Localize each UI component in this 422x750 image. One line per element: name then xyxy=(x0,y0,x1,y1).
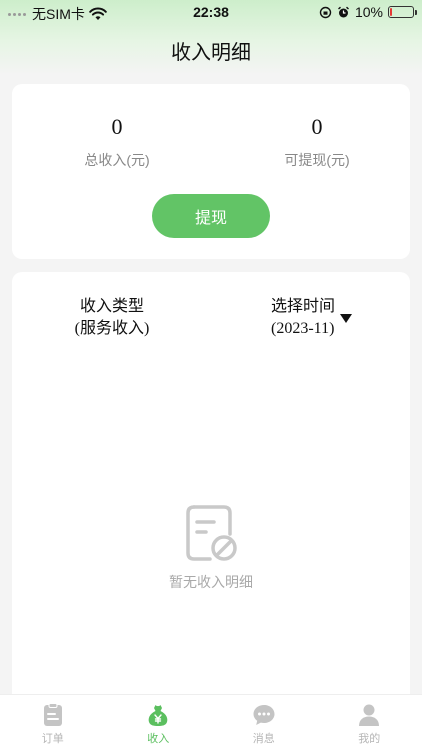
battery-percent: 10% xyxy=(354,4,383,20)
battery-icon xyxy=(388,6,417,18)
total-income-label: 总收入(元) xyxy=(84,152,150,168)
withdrawable-label: 可提现(元) xyxy=(284,152,350,168)
tab-messages[interactable]: 消息 xyxy=(211,695,317,750)
alarm-icon xyxy=(338,6,349,17)
clipboard-icon xyxy=(43,703,62,726)
tab-orders-label: 订单 xyxy=(41,733,64,745)
person-icon xyxy=(359,704,380,726)
empty-state-text: 暂无收入明细 xyxy=(169,574,253,590)
time-filter-label: 选择时间 xyxy=(271,298,336,315)
orientation-lock-icon xyxy=(319,6,332,18)
chat-bubble-icon xyxy=(253,705,275,725)
page-title: 收入明细 xyxy=(171,42,251,64)
income-type-label: 收入类型 xyxy=(79,298,144,315)
bottom-tab-bar: 订单 收入 消息 我的 xyxy=(0,694,422,750)
total-income: 0 总收入(元) xyxy=(27,114,207,170)
tab-messages-label: 消息 xyxy=(252,733,275,745)
income-summary-card: 0 总收入(元) 0 可提现(元) 提现 xyxy=(12,84,410,259)
income-type-value: (服务收入) xyxy=(74,320,150,337)
income-type-filter[interactable]: 收入类型 (服务收入) xyxy=(12,296,212,340)
dropdown-triangle-icon[interactable] xyxy=(340,314,352,323)
money-bag-icon xyxy=(148,705,168,726)
total-income-value: 0 xyxy=(111,114,123,139)
time-filter-value: (2023-11) xyxy=(271,320,335,337)
tab-orders[interactable]: 订单 xyxy=(0,695,106,750)
tab-profile[interactable]: 我的 xyxy=(317,695,422,750)
status-bar: 无SIM卡 22:38 10% xyxy=(0,0,422,24)
withdrawable-value: 0 xyxy=(311,114,323,139)
tab-income[interactable]: 收入 xyxy=(106,695,212,750)
no-records-icon xyxy=(186,505,237,561)
time-filter[interactable]: 选择时间 (2023-11) xyxy=(271,296,335,340)
withdraw-button[interactable]: 提现 xyxy=(152,194,270,238)
status-right: 10% xyxy=(319,4,417,20)
tab-income-label: 收入 xyxy=(147,733,170,745)
withdrawable: 0 可提现(元) xyxy=(227,114,407,170)
tab-profile-label: 我的 xyxy=(358,733,381,745)
battery-fill xyxy=(390,8,393,16)
income-detail-card: 收入类型 (服务收入) 选择时间 (2023-11) 暂无收入明细 xyxy=(12,272,410,702)
